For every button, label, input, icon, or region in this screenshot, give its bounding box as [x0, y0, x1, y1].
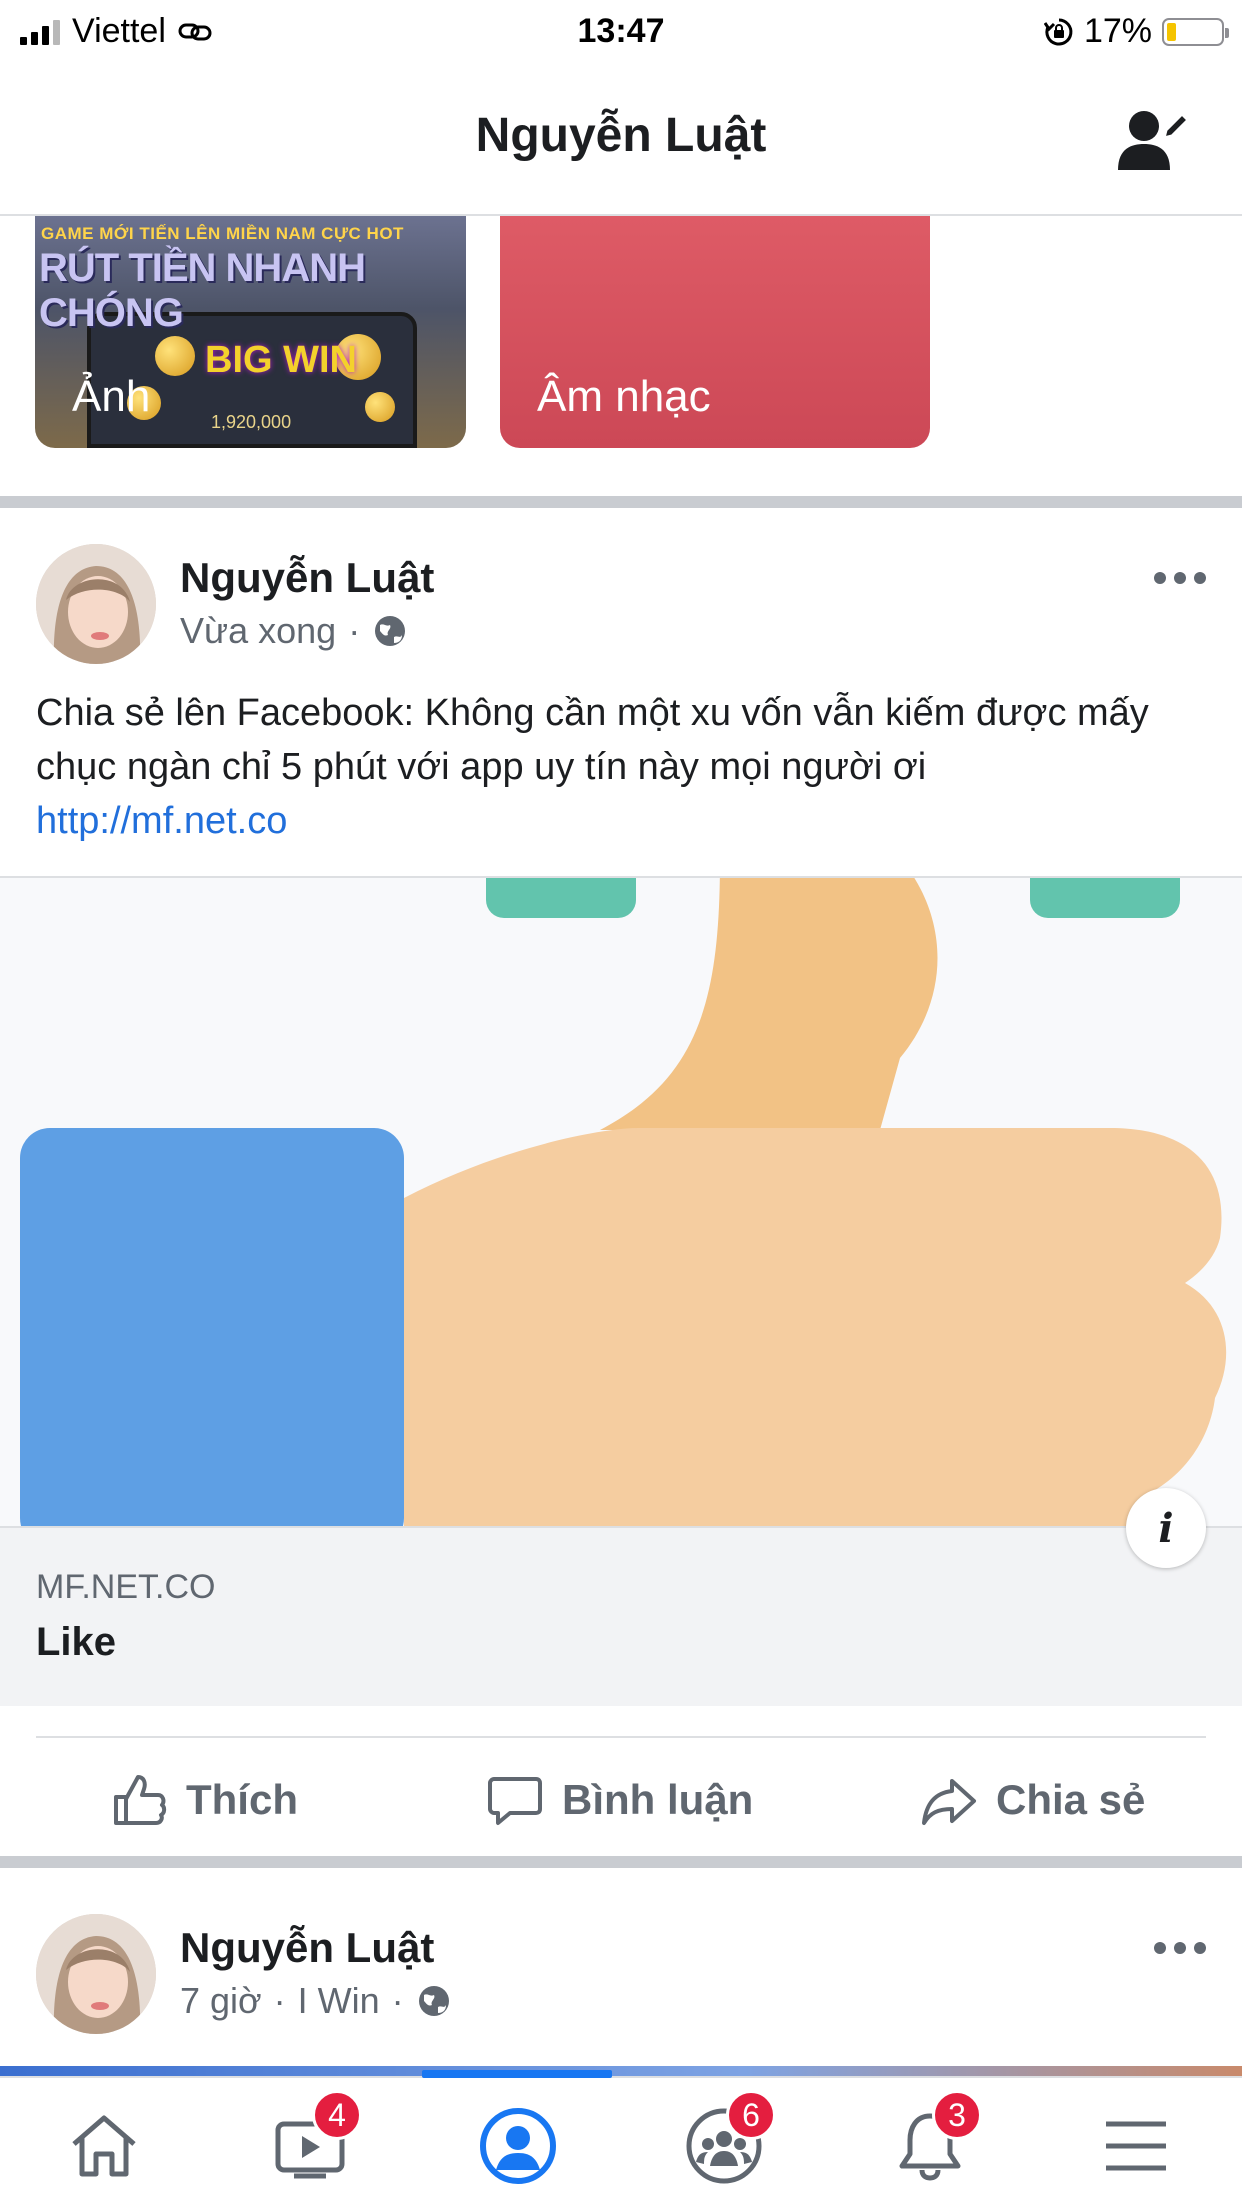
meta-separator: · [348, 610, 361, 651]
home-icon [72, 2115, 136, 2177]
avatar[interactable] [36, 544, 156, 664]
post-header: Nguyễn Luật Vừa xong · [0, 544, 1242, 674]
link-preview-info: MF.NET.CO Like [0, 1526, 1242, 1706]
photos-tile-label: Ảnh [72, 372, 151, 421]
meta-separator: · [391, 1980, 404, 2021]
big-win-amount: 1,920,000 [211, 412, 292, 432]
post-time[interactable]: Vừa xong [180, 610, 336, 652]
post-meta: 7 giờ · I Win · [180, 1980, 452, 2022]
like-label: Thích [186, 1776, 298, 1823]
share-button[interactable]: Chia sẻ [920, 1768, 1145, 1832]
share-label: Chia sẻ [996, 1776, 1146, 1823]
post-header: Nguyễn Luật 7 giờ · I Win · [0, 1914, 1242, 2044]
groups-badge: 6 [726, 2090, 776, 2140]
comment-icon [488, 1777, 542, 1825]
battery-group: 17% [1043, 12, 1229, 51]
avatar-photo [36, 544, 156, 664]
tab-notifications[interactable]: 3 [880, 2090, 982, 2196]
post-link[interactable]: http://mf.net.co [36, 800, 287, 842]
tab-home[interactable] [54, 2096, 154, 2196]
more-options-button[interactable] [1154, 1938, 1206, 1958]
profile-header: Nguyễn Luật [0, 62, 1242, 216]
post-meta: Vừa xong · [180, 610, 408, 652]
tab-groups[interactable]: 6 [674, 2090, 776, 2196]
post-actions: Thích Bình luận Chia sẻ [36, 1736, 1206, 1856]
music-tile[interactable]: Âm nhạc [500, 216, 930, 448]
photos-tile[interactable]: GAME MỚI TIẾN LÊN MIỀN NAM CỰC HOT RÚT T… [35, 216, 466, 448]
link-domain: MF.NET.CO [36, 1568, 216, 1606]
thumbs-up-icon [114, 1775, 167, 1825]
ad-banner-line1: GAME MỚI TIẾN LÊN MIỀN NAM CỰC HOT [41, 224, 404, 243]
profile-tiles: GAME MỚI TIẾN LÊN MIỀN NAM CỰC HOT RÚT T… [0, 216, 1242, 496]
menu-icon [1106, 2121, 1166, 2171]
avatar-photo [36, 1914, 156, 2034]
edit-profile-button[interactable] [1112, 100, 1192, 180]
page-title: Nguyễn Luật [475, 109, 767, 162]
share-icon [922, 1779, 976, 1825]
post-time[interactable]: 7 giờ [180, 1980, 262, 2022]
post-message: Chia sẻ lên Facebook: Không cần một xu v… [36, 692, 1149, 788]
battery-percent: 17% [1083, 12, 1152, 50]
edit-profile-icon [1118, 111, 1191, 170]
post-author[interactable]: Nguyễn Luật [180, 554, 434, 602]
next-post-image-edge [0, 2066, 1242, 2076]
link-preview-image [0, 878, 1242, 1526]
section-divider [0, 1856, 1242, 1868]
ad-banner-line2: RÚT TIỀN NHANH CHÓNG [39, 246, 366, 335]
section-divider [0, 496, 1242, 508]
comment-label: Bình luận [562, 1776, 754, 1823]
link-title: Like [36, 1620, 117, 1664]
big-win-text: BIG WIN [205, 339, 357, 381]
battery-icon [1162, 17, 1229, 46]
globe-icon [375, 616, 406, 646]
watch-badge: 4 [312, 2090, 362, 2140]
link-preview-card[interactable]: MF.NET.CO Like i [0, 876, 1242, 1706]
globe-icon [418, 1986, 449, 2016]
tab-profile[interactable] [468, 2096, 568, 2196]
post-app[interactable]: I Win [298, 1980, 380, 2022]
tab-watch[interactable]: 4 [260, 2090, 362, 2196]
post-body: Chia sẻ lên Facebook: Không cần một xu v… [36, 686, 1216, 848]
notifications-badge: 3 [932, 2090, 982, 2140]
tab-menu[interactable] [1086, 2096, 1186, 2196]
more-options-button[interactable] [1154, 568, 1206, 588]
music-tile-label: Âm nhạc [537, 372, 711, 421]
bottom-tab-bar: 4 6 3 [0, 2070, 1242, 2208]
status-bar: Viettel 13:47 17% [0, 0, 1242, 62]
thumbs-up-illustration [20, 878, 1227, 1526]
avatar[interactable] [36, 1914, 156, 2034]
comment-button[interactable]: Bình luận [486, 1768, 753, 1832]
active-tab-indicator [422, 2070, 612, 2078]
info-button[interactable]: i [1126, 1488, 1206, 1568]
rotation-lock-icon [1043, 18, 1073, 45]
meta-separator: · [273, 1980, 286, 2021]
profile-icon [480, 2108, 556, 2184]
like-button[interactable]: Thích [110, 1768, 298, 1832]
post-author[interactable]: Nguyễn Luật [180, 1924, 434, 1972]
